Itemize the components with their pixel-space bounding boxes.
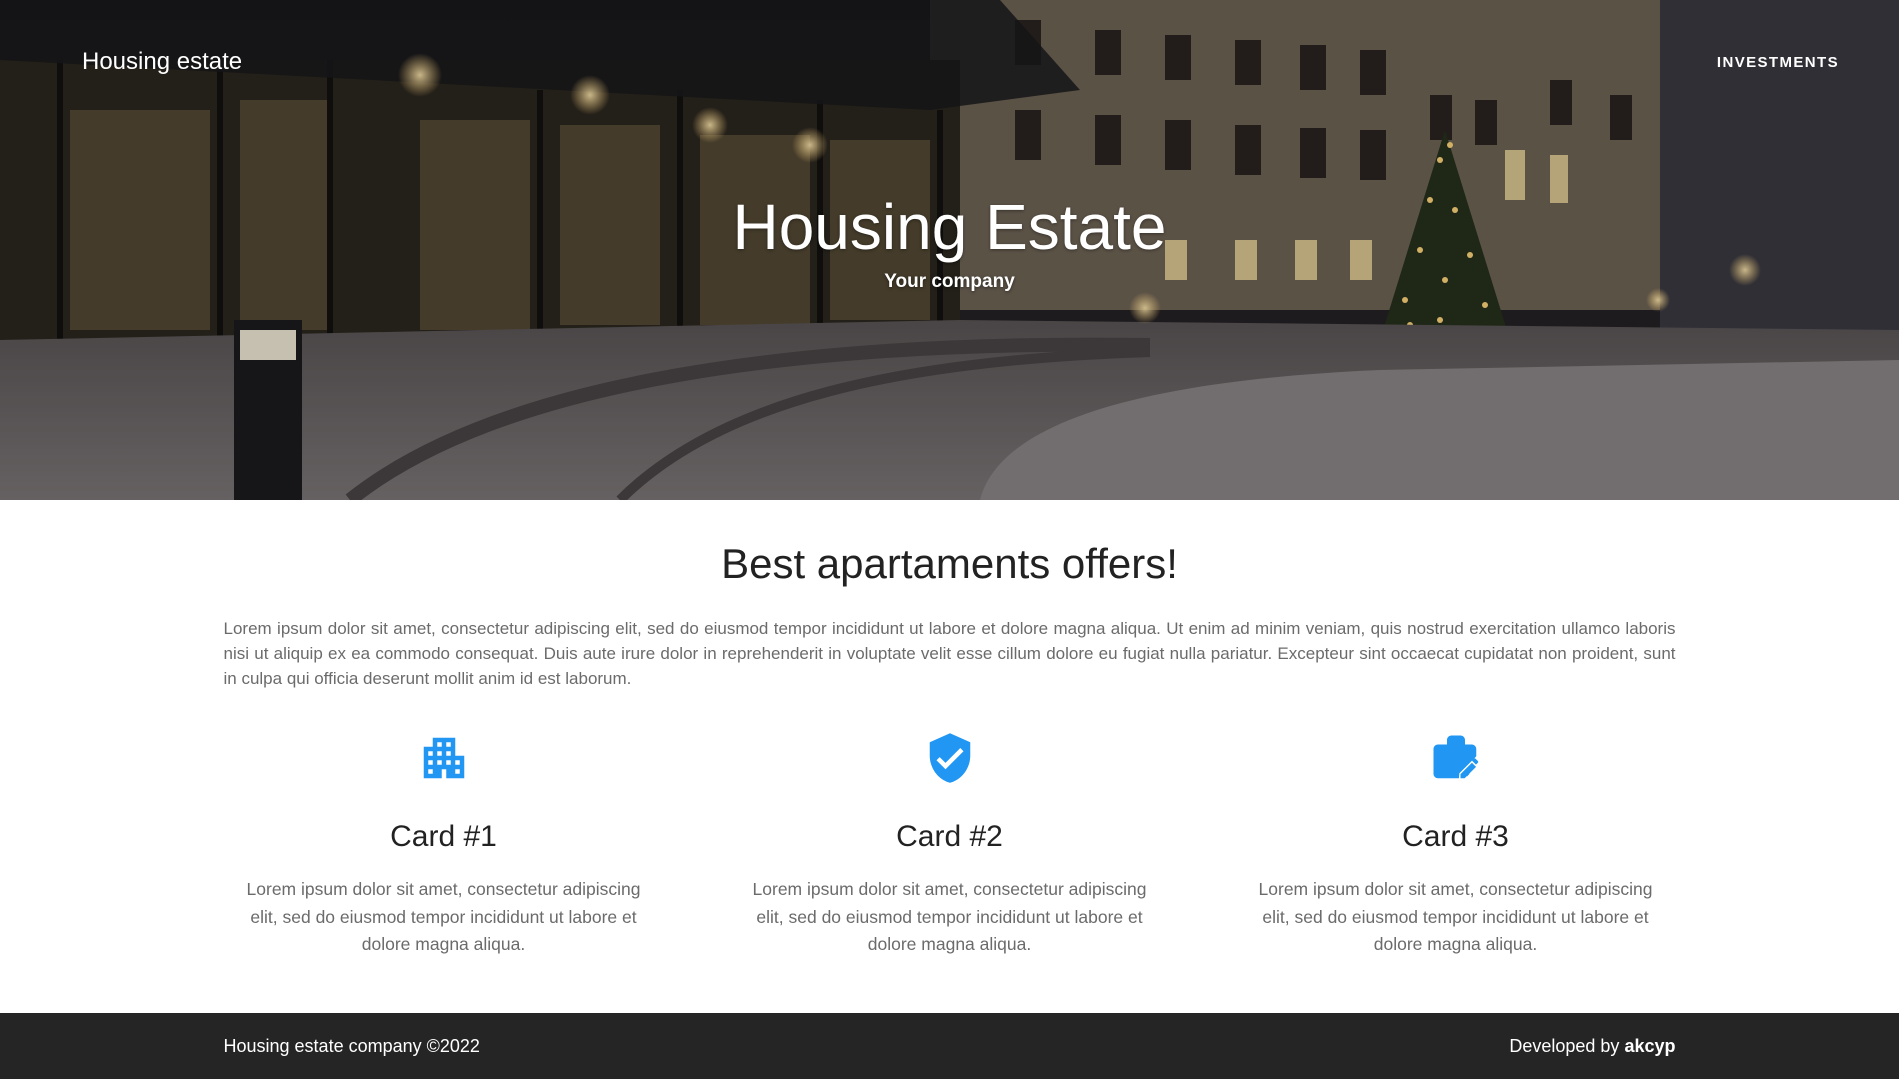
hero-title: Housing Estate bbox=[732, 191, 1167, 263]
nav-link-investments[interactable]: INVESTMENTS bbox=[1717, 54, 1839, 71]
offers-section: Best apartaments offers! Lorem ipsum dol… bbox=[224, 500, 1676, 959]
card-text: Lorem ipsum dolor sit amet, consectetur … bbox=[246, 879, 641, 954]
work-briefcase-edit-icon bbox=[1433, 735, 1478, 779]
card-2: Card #2 Lorem ipsum dolor sit amet, cons… bbox=[730, 731, 1170, 959]
card-title: Card #3 bbox=[1402, 820, 1509, 853]
hero-text: Housing Estate Your company bbox=[0, 187, 1899, 293]
section-title: Best apartaments offers! bbox=[721, 540, 1178, 587]
developer-link[interactable]: akcyp bbox=[1624, 1036, 1675, 1056]
cards-row: Card #1 Lorem ipsum dolor sit amet, cons… bbox=[224, 731, 1676, 959]
card-text: Lorem ipsum dolor sit amet, consectetur … bbox=[752, 879, 1147, 954]
intro-paragraph: Lorem ipsum dolor sit amet, consectetur … bbox=[223, 619, 1676, 688]
footer: Housing estate company ©2022 Developed b… bbox=[0, 1013, 1899, 1079]
navbar: Housing estate INVESTMENTS bbox=[0, 0, 1899, 124]
card-title: Card #1 bbox=[390, 820, 497, 853]
footer-developed-prefix: Developed by bbox=[1509, 1035, 1620, 1056]
footer-inner: Housing estate company ©2022 Developed b… bbox=[224, 1013, 1676, 1079]
footer-credits: Developed by akcyp bbox=[1509, 1036, 1675, 1057]
card-3: Card #3 Lorem ipsum dolor sit amet, cons… bbox=[1236, 731, 1676, 959]
brand-link[interactable]: Housing estate bbox=[82, 48, 242, 76]
verified-shield-icon bbox=[929, 733, 970, 783]
hero-subtitle: Your company bbox=[884, 271, 1015, 292]
footer-copyright: Housing estate company ©2022 bbox=[223, 1035, 480, 1056]
card-text: Lorem ipsum dolor sit amet, consectetur … bbox=[1258, 879, 1653, 954]
card-title: Card #2 bbox=[896, 820, 1003, 853]
hero-section: Housing estate INVESTMENTS Housing Estat… bbox=[0, 0, 1899, 500]
apartment-building-icon bbox=[423, 737, 464, 779]
card-1: Card #1 Lorem ipsum dolor sit amet, cons… bbox=[224, 731, 664, 959]
